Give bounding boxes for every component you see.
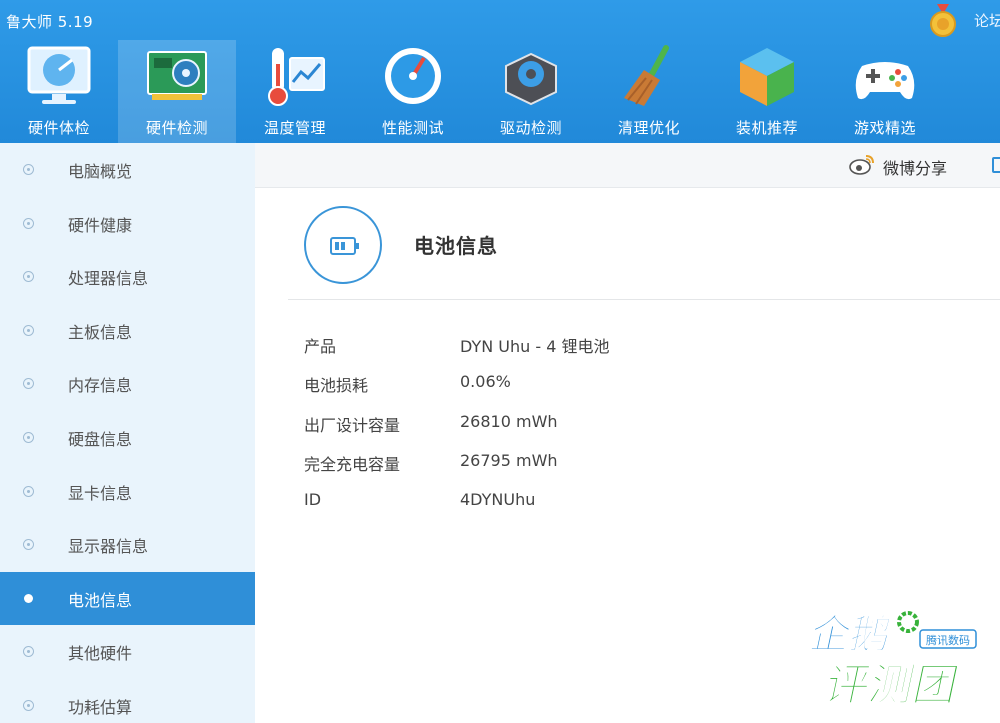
bullet-icon xyxy=(23,218,34,229)
sidebar-item-disk[interactable]: 硬盘信息 xyxy=(0,411,255,464)
title-bar: 鲁大师 5.19 论坛 硬件体检 硬件检测 温度管理 性能测试 驱动检测 清理优… xyxy=(0,0,1000,143)
gear-box-icon xyxy=(505,52,557,106)
nav-performance[interactable]: 性能测试 xyxy=(354,40,472,143)
sidebar-item-label: 电池信息 xyxy=(68,591,133,610)
info-key: 产品 xyxy=(304,337,337,356)
sidebar-item-cpu[interactable]: 处理器信息 xyxy=(0,250,255,303)
nav-games[interactable]: 游戏精选 xyxy=(826,40,944,143)
battery-icon xyxy=(330,237,359,255)
info-value: 26810 mWh xyxy=(460,412,558,431)
nav-label: 装机推荐 xyxy=(735,119,798,137)
sidebar-item-other-hardware[interactable]: 其他硬件 xyxy=(0,625,255,678)
bullet-icon xyxy=(24,594,33,603)
bullet-icon xyxy=(23,164,34,175)
medal-icon[interactable] xyxy=(928,4,958,38)
gamepad-icon xyxy=(855,62,915,100)
nav-driver[interactable]: 驱动检测 xyxy=(472,40,590,143)
sidebar-item-motherboard[interactable]: 主板信息 xyxy=(0,304,255,357)
nav-label: 游戏精选 xyxy=(853,119,916,137)
info-value: 0.06% xyxy=(460,372,511,391)
svg-text:评测团: 评测团 xyxy=(820,660,963,710)
info-value: DYN Uhu - 4 锂电池 xyxy=(460,337,610,356)
sidebar-item-label: 显卡信息 xyxy=(68,484,133,503)
info-value: 26795 mWh xyxy=(460,451,558,470)
weibo-icon xyxy=(849,155,874,175)
sidebar-item-label: 主板信息 xyxy=(68,323,133,342)
monitor-radar-icon xyxy=(27,46,91,104)
circuit-board-icon xyxy=(147,51,207,100)
nav-label: 驱动检测 xyxy=(499,119,562,137)
sidebar: 电脑概览 硬件健康 处理器信息 主板信息 内存信息 硬盘信息 显卡信息 显示器信… xyxy=(0,143,255,723)
info-key: 完全充电容量 xyxy=(304,455,401,474)
bullet-icon xyxy=(23,646,34,657)
sidebar-item-label: 硬件健康 xyxy=(68,216,133,235)
nav-label: 硬件检测 xyxy=(145,119,208,137)
sidebar-item-gpu[interactable]: 显卡信息 xyxy=(0,465,255,518)
sidebar-item-label: 硬盘信息 xyxy=(68,430,133,449)
info-value: 4DYNUhu xyxy=(460,490,536,509)
bullet-icon xyxy=(23,271,34,282)
bullet-icon xyxy=(23,378,34,389)
bullet-icon xyxy=(23,700,34,711)
speedometer-icon xyxy=(385,48,441,104)
sidebar-item-label: 处理器信息 xyxy=(68,269,149,288)
main-nav: 硬件体检 硬件检测 温度管理 性能测试 驱动检测 清理优化 装机推荐 游戏精选 xyxy=(0,40,1000,143)
sidebar-item-label: 电脑概览 xyxy=(68,162,133,181)
sidebar-item-hardware-health[interactable]: 硬件健康 xyxy=(0,197,255,250)
nav-label: 性能测试 xyxy=(381,119,444,137)
sidebar-item-label: 显示器信息 xyxy=(68,537,149,556)
thermometer-icon xyxy=(268,48,325,106)
nav-temperature[interactable]: 温度管理 xyxy=(236,40,354,143)
watermark-logo: 企鹅 评测团 腾讯数码 xyxy=(805,610,977,710)
nav-build-recommend[interactable]: 装机推荐 xyxy=(708,40,826,143)
info-key: ID xyxy=(304,490,322,509)
nav-label: 温度管理 xyxy=(263,119,326,137)
share-bar: 微博分享 xyxy=(255,143,1000,188)
nav-label: 清理优化 xyxy=(617,119,680,137)
info-key: 电池损耗 xyxy=(304,376,369,395)
cube-icon xyxy=(740,48,794,106)
broom-icon xyxy=(624,45,669,106)
section-divider xyxy=(288,299,1000,300)
section-icon-circle xyxy=(304,206,382,284)
copy-icon[interactable] xyxy=(992,157,1000,173)
forum-link[interactable]: 论坛 xyxy=(974,10,1000,31)
sidebar-item-computer-overview[interactable]: 电脑概览 xyxy=(0,143,255,196)
sidebar-item-label: 功耗估算 xyxy=(68,698,133,717)
nav-hardware-checkup[interactable]: 硬件体检 xyxy=(0,40,118,143)
sidebar-item-label: 其他硬件 xyxy=(68,644,133,663)
app-title: 鲁大师 5.19 xyxy=(6,13,94,31)
bullet-icon xyxy=(23,486,34,497)
weibo-share-label: 微博分享 xyxy=(883,159,948,178)
sidebar-item-display[interactable]: 显示器信息 xyxy=(0,518,255,571)
sidebar-item-power-estimate[interactable]: 功耗估算 xyxy=(0,679,255,723)
section-title: 电池信息 xyxy=(414,234,498,258)
svg-text:腾讯数码: 腾讯数码 xyxy=(926,633,970,647)
sidebar-item-battery[interactable]: 电池信息 xyxy=(0,572,255,625)
info-key: 出厂设计容量 xyxy=(304,416,401,435)
bullet-icon xyxy=(23,432,34,443)
bullet-icon xyxy=(23,539,34,550)
nav-cleanup[interactable]: 清理优化 xyxy=(590,40,708,143)
bullet-icon xyxy=(23,325,34,336)
sidebar-item-memory[interactable]: 内存信息 xyxy=(0,357,255,410)
sidebar-item-label: 内存信息 xyxy=(68,376,133,395)
nav-label: 硬件体检 xyxy=(27,119,90,137)
svg-text:企鹅: 企鹅 xyxy=(806,610,896,657)
nav-hardware-detect[interactable]: 硬件检测 xyxy=(118,40,236,143)
